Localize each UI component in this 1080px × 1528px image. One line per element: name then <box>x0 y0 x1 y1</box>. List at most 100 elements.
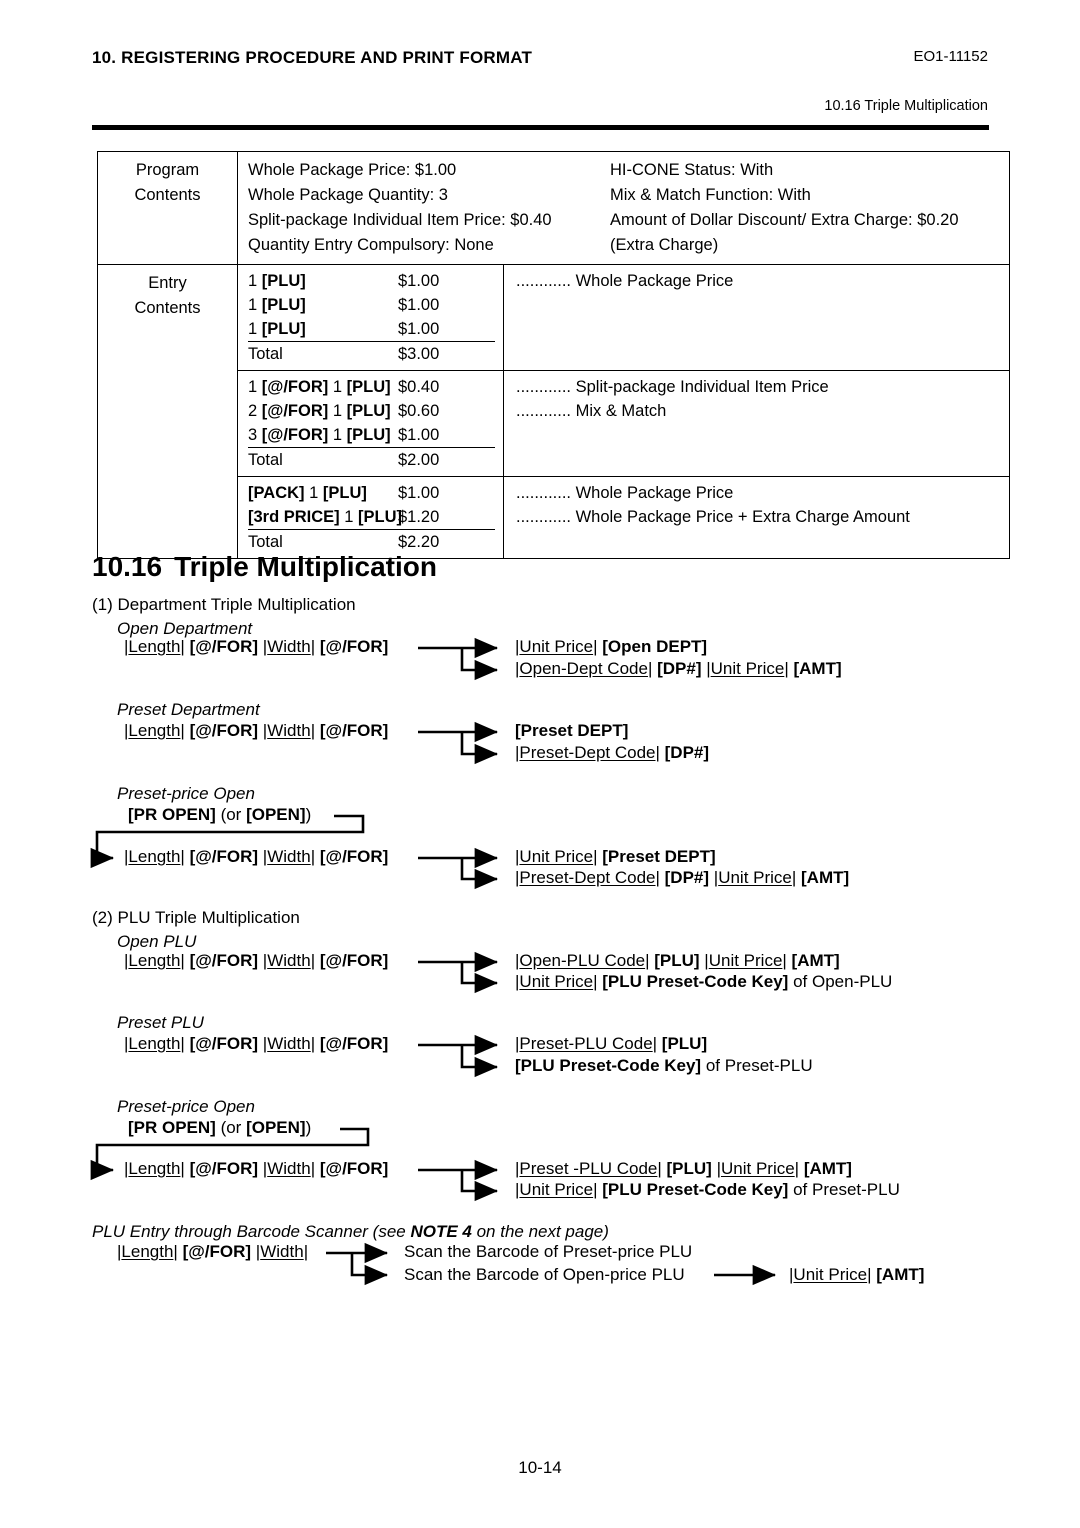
plu-presetprice-result-1: |Preset -PLU Code| [PLU] |Unit Price| [A… <box>515 1159 852 1178</box>
plu-presetprice-key: [PR OPEN] (or [OPEN]) <box>128 1118 312 1137</box>
program-right: (Extra Charge) <box>610 236 719 254</box>
arrow-plu-preset <box>418 1034 499 1078</box>
entry-amount: $0.40 <box>398 378 440 396</box>
arrow-plu-open <box>418 951 499 994</box>
entry-line: 1 [@/FOR] 1 [PLU] $0.40 <box>248 375 495 399</box>
barcode-sequence: |Length| [@/FOR] |Width| <box>117 1242 309 1261</box>
barcode-result-2: Scan the Barcode of Open-price PLU <box>404 1265 685 1284</box>
dept-open-sequence: |Length| [@/FOR] |Width| [@/FOR] <box>124 637 389 656</box>
dept-item-label: (1) Department Triple Multiplication <box>92 595 356 614</box>
entry-label-line1: Entry <box>148 274 187 292</box>
plu-open-result-2: |Unit Price| [PLU Preset-Code Key] of Op… <box>515 972 893 991</box>
table-row-entry: Entry Contents 1 [PLU] $1.00 1 [PLU] $1.… <box>98 264 1009 558</box>
arrow-dept-preset <box>418 721 499 765</box>
program-left: Whole Package Price: $1.00 <box>248 161 457 179</box>
dept-preset-result-2: |Preset-Dept Code| [DP#] <box>515 743 710 762</box>
dept-open-heading: Open Department <box>117 619 253 638</box>
entry-op: [3rd PRICE] 1 [PLU] <box>248 505 402 530</box>
document-page: EO1-11152 10. REGISTERING PROCEDURE AND … <box>0 0 1080 1528</box>
page-header: EO1-11152 10. REGISTERING PROCEDURE AND … <box>92 48 988 68</box>
entry-line: 2 [@/FOR] 1 [PLU] $0.60 <box>248 399 495 423</box>
entry-contents-label: Entry Contents <box>98 265 237 558</box>
plu-presetprice-heading: Preset-price Open <box>117 1097 255 1116</box>
entry-amount: $1.00 <box>398 484 440 502</box>
entry-note: ............ Split-package Individual It… <box>516 378 829 396</box>
dept-preset-heading: Preset Department <box>117 700 260 719</box>
entry-operations: 1 [@/FOR] 1 [PLU] $0.40 2 [@/FOR] 1 [PLU… <box>238 371 503 476</box>
entry-line: [3rd PRICE] 1 [PLU] $1.20 <box>248 505 495 530</box>
entry-block: 1 [PLU] $1.00 1 [PLU] $1.00 1 [PLU] $1.0… <box>238 265 1009 370</box>
entry-note: ............ Mix & Match <box>516 402 667 420</box>
entry-amount: $2.00 <box>398 451 440 469</box>
program-label-line2: Contents <box>134 186 201 204</box>
plu-open-sequence: |Length| [@/FOR] |Width| [@/FOR] <box>124 951 389 970</box>
entry-amount: $1.00 <box>398 296 440 314</box>
arrow-plu-presetprice <box>418 1159 499 1202</box>
plu-presetprice-result-2: |Unit Price| [PLU Preset-Code Key] of Pr… <box>515 1180 900 1199</box>
entry-note: ............ Whole Package Price <box>516 484 734 502</box>
program-contents-body: Whole Package Price: $1.00 HI-CONE Statu… <box>237 152 1009 264</box>
program-line: Whole Package Price: $1.00 HI-CONE Statu… <box>248 158 1009 183</box>
entry-operations: 1 [PLU] $1.00 1 [PLU] $1.00 1 [PLU] $1.0… <box>238 265 503 370</box>
dept-presetprice-result-2: |Preset-Dept Code| [DP#] |Unit Price| [A… <box>515 868 850 887</box>
arrow-dept-open <box>418 637 499 681</box>
header-subtitle: 10.16 Triple Multiplication <box>824 98 988 114</box>
program-right: Amount of Dollar Discount/ Extra Charge:… <box>610 211 959 229</box>
entry-note: ............ Whole Package Price <box>516 272 734 290</box>
plu-item-label: (2) PLU Triple Multiplication <box>92 908 300 927</box>
entry-notes: ............ Split-package Individual It… <box>503 371 1009 476</box>
entry-op: Total <box>248 345 283 363</box>
entry-op: 1 [@/FOR] 1 [PLU] <box>248 378 391 396</box>
program-line: Whole Package Quantity: 3 Mix & Match Fu… <box>248 183 1009 208</box>
plu-open-heading: Open PLU <box>117 932 197 951</box>
entry-op: 1 [PLU] <box>248 296 306 314</box>
plu-presetprice-sequence: |Length| [@/FOR] |Width| [@/FOR] <box>124 1159 389 1178</box>
page-number: 10-14 <box>518 1458 562 1477</box>
entry-line: 1 [PLU] $1.00 <box>248 293 495 317</box>
entry-line: 1 [PLU] $1.00 <box>248 317 495 342</box>
section-number: 10.16 <box>92 551 163 582</box>
program-left: Quantity Entry Compulsory: None <box>248 236 494 254</box>
dept-preset-sequence: |Length| [@/FOR] |Width| [@/FOR] <box>124 721 389 740</box>
program-contents-label: Program Contents <box>98 152 237 264</box>
entry-op: Total <box>248 451 283 469</box>
entry-line: 3 [@/FOR] 1 [PLU] $1.00 <box>248 423 495 448</box>
entry-notes: ............ Whole Package Price .......… <box>503 477 1009 558</box>
entry-line: Total $3.00 <box>248 342 495 366</box>
chapter-title: 10. REGISTERING PROCEDURE AND PRINT FORM… <box>92 48 533 67</box>
entry-block: 1 [@/FOR] 1 [PLU] $0.40 2 [@/FOR] 1 [PLU… <box>238 370 1009 476</box>
doc-code: EO1-11152 <box>913 48 989 65</box>
entry-amount: $1.00 <box>398 317 495 342</box>
entry-op: 1 [PLU] <box>248 317 398 342</box>
program-left: Split-package Individual Item Price: $0.… <box>248 211 552 229</box>
dept-presetprice-sequence: |Length| [@/FOR] |Width| [@/FOR] <box>124 847 389 866</box>
header-rule <box>92 125 989 130</box>
entry-op: 1 [PLU] <box>248 272 306 290</box>
entry-line: [PACK] 1 [PLU] $1.00 <box>248 481 495 505</box>
program-label-line1: Program <box>135 161 200 179</box>
barcode-result-1: Scan the Barcode of Preset-price PLU <box>404 1242 693 1261</box>
entry-block: [PACK] 1 [PLU] $1.00 [3rd PRICE] 1 [PLU]… <box>238 476 1009 558</box>
plu-preset-result-1: |Preset-PLU Code| [PLU] <box>515 1034 708 1053</box>
entry-amount: $3.00 <box>398 345 440 363</box>
section-title: Triple Multiplication <box>174 551 437 582</box>
entry-operations: [PACK] 1 [PLU] $1.00 [3rd PRICE] 1 [PLU]… <box>238 477 503 558</box>
section-heading: 10.16 Triple Multiplication <box>92 551 437 583</box>
program-right: HI-CONE Status: With <box>610 161 774 179</box>
plu-preset-result-2: [PLU Preset-Code Key] of Preset-PLU <box>515 1056 813 1075</box>
entry-amount: $1.00 <box>398 423 495 448</box>
plu-preset-sequence: |Length| [@/FOR] |Width| [@/FOR] <box>124 1034 389 1053</box>
entry-op: 2 [@/FOR] 1 [PLU] <box>248 402 391 420</box>
dept-preset-result-1: [Preset DEPT] <box>515 721 629 740</box>
arrow-barcode <box>326 1242 389 1286</box>
barcode-heading: PLU Entry through Barcode Scanner (see N… <box>92 1222 609 1241</box>
entry-label-line2: Contents <box>134 299 201 317</box>
entry-line: Total $2.00 <box>248 448 495 472</box>
plu-preset-heading: Preset PLU <box>117 1013 204 1032</box>
table-row-program: Program Contents Whole Package Price: $1… <box>98 152 1009 264</box>
dept-open-result-1: |Unit Price| [Open DEPT] <box>515 637 708 656</box>
program-right: Mix & Match Function: With <box>610 186 811 204</box>
entry-notes: ............ Whole Package Price <box>503 265 1009 370</box>
program-lines: Whole Package Price: $1.00 HI-CONE Statu… <box>238 152 1009 264</box>
barcode-result-3: |Unit Price| [AMT] <box>789 1265 925 1284</box>
